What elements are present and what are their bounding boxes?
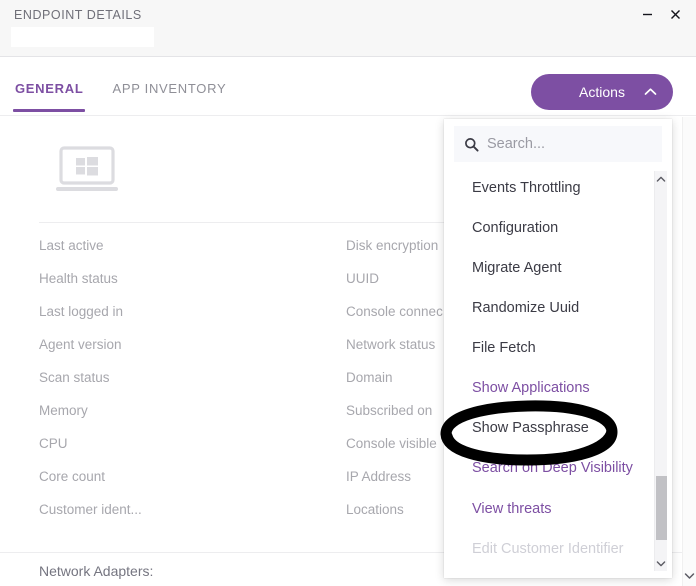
endpoint-details-window: ENDPOINT DETAILS GENERAL APP INVENTORY A… [0, 0, 696, 586]
menu-item-file-fetch[interactable]: File Fetch [472, 337, 536, 359]
tab-app-inventory[interactable]: APP INVENTORY [110, 81, 228, 112]
field-label-scan-status: Scan status [39, 370, 110, 385]
menu-item-view-threats[interactable]: View threats [472, 498, 552, 520]
actions-dropdown-menu: Events Throttling Configuration Migrate … [444, 119, 672, 578]
menu-item-show-applications[interactable]: Show Applications [472, 377, 590, 399]
menu-item-configuration[interactable]: Configuration [472, 217, 558, 239]
network-adapters-title: Network Adapters: [39, 563, 154, 579]
tab-list: GENERAL APP INVENTORY [13, 81, 228, 112]
field-label-last-logged-in: Last logged in [39, 304, 124, 319]
field-label-cpu: CPU [39, 436, 68, 451]
field-label-customer-identifier: Customer ident... [39, 502, 142, 517]
menu-item-events-throttling[interactable]: Events Throttling [472, 177, 581, 199]
dropdown-scroll-down-icon[interactable] [655, 555, 667, 571]
field-label-last-active: Last active [39, 238, 104, 253]
scroll-up-icon[interactable] [655, 171, 667, 187]
dropdown-scrollbar[interactable] [654, 171, 667, 571]
window-titlebar: ENDPOINT DETAILS [0, 0, 696, 56]
endpoint-name-placeholder [11, 27, 154, 47]
field-label-agent-version: Agent version [39, 337, 122, 352]
menu-item-randomize-uuid[interactable]: Randomize Uuid [472, 297, 579, 319]
details-left-column: Last active Health status Last logged in… [39, 229, 329, 526]
field-label-core-count: Core count [39, 469, 106, 484]
search-icon [464, 137, 479, 152]
field-label-health-status: Health status [39, 271, 118, 286]
window-title: ENDPOINT DETAILS [14, 8, 142, 22]
window-scrollbar[interactable] [682, 117, 696, 586]
dropdown-scrollbar-thumb[interactable] [656, 476, 667, 540]
menu-item-show-passphrase[interactable]: Show Passphrase [472, 417, 589, 439]
menu-item-search-on-deep-visibility[interactable]: Search on Deep Visibility [472, 457, 633, 479]
chevron-up-icon [644, 88, 657, 97]
field-label-memory: Memory [39, 403, 88, 418]
menu-item-edit-customer-identifier: Edit Customer Identifier [472, 541, 624, 557]
minimize-icon[interactable] [634, 2, 660, 26]
tab-general[interactable]: GENERAL [13, 81, 86, 112]
menu-item-migrate-agent[interactable]: Migrate Agent [472, 257, 561, 279]
dropdown-item-list: Events Throttling Configuration Migrate … [444, 171, 658, 576]
tabbar-divider [0, 115, 696, 116]
window-controls [634, 2, 688, 26]
search-input[interactable] [487, 136, 652, 152]
actions-button[interactable]: Actions [531, 74, 673, 110]
windows-laptop-icon [50, 145, 124, 197]
close-icon[interactable] [662, 2, 688, 26]
scroll-down-icon[interactable] [683, 568, 696, 584]
dropdown-search-field[interactable] [454, 126, 662, 162]
